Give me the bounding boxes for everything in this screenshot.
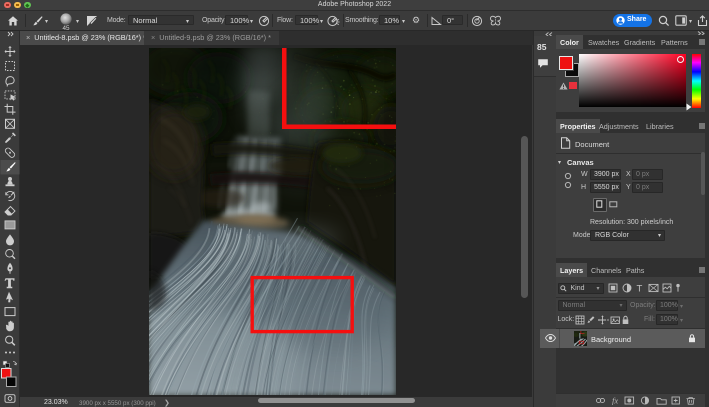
svg-text:fx: fx bbox=[612, 396, 618, 405]
svg-text:T: T bbox=[637, 284, 643, 293]
